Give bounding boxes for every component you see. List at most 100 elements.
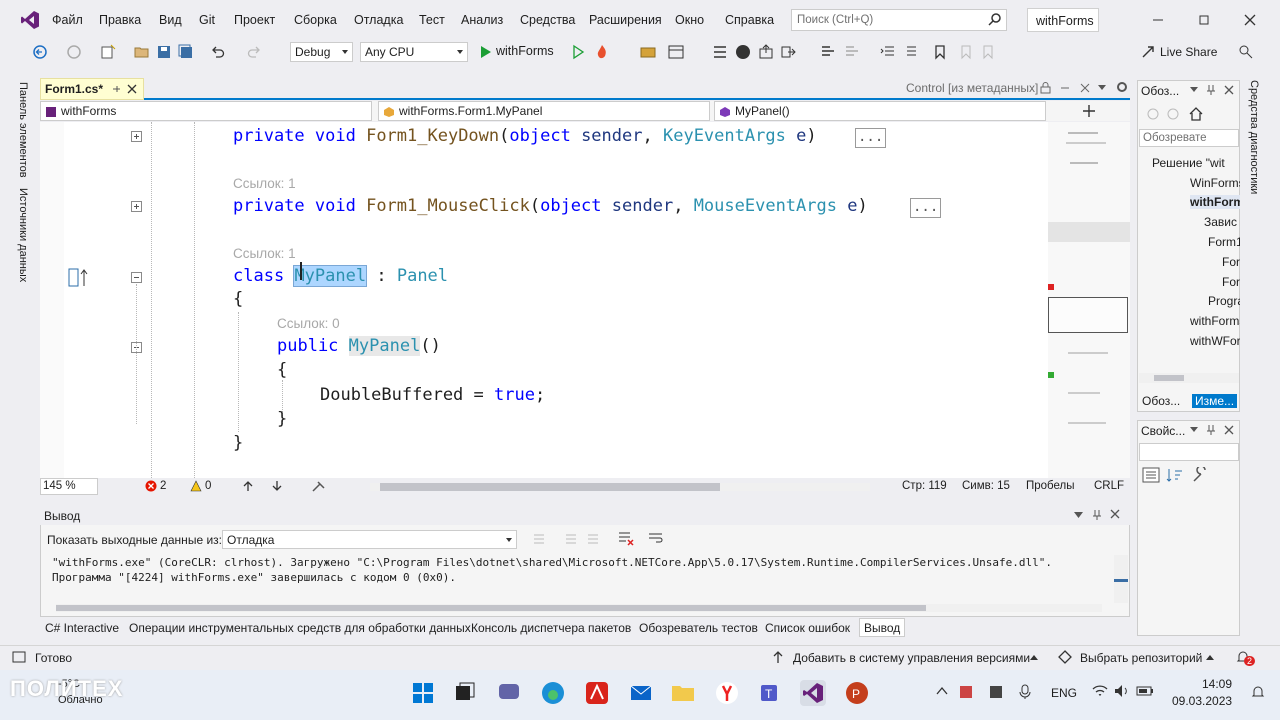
- yandex-browser-icon[interactable]: [714, 680, 740, 706]
- forward-icon[interactable]: [1166, 107, 1180, 121]
- teams-icon[interactable]: T: [758, 680, 784, 706]
- hot-reload-icon[interactable]: [594, 44, 610, 60]
- output-text[interactable]: "withForms.exe" (CoreCLR: clrhost). Загр…: [52, 555, 1052, 585]
- edge-browser-icon[interactable]: [540, 680, 566, 706]
- powerpoint-icon[interactable]: P: [844, 680, 870, 706]
- horizontal-scrollbar[interactable]: [56, 604, 1102, 612]
- chevron-down-icon[interactable]: [1098, 84, 1106, 92]
- solution-search-input[interactable]: Обозревате: [1139, 129, 1239, 147]
- minimize-icon[interactable]: [1150, 12, 1166, 28]
- tray-app-icon[interactable]: [958, 684, 974, 700]
- menu-tools[interactable]: Средства: [520, 13, 575, 27]
- uncomment-icon[interactable]: [844, 44, 860, 60]
- whitespace-mode[interactable]: Пробелы: [1026, 480, 1075, 492]
- arrow-down-icon[interactable]: [271, 480, 283, 492]
- warning-count[interactable]: 0: [205, 480, 211, 492]
- tab-package-manager-console[interactable]: Консоль диспетчера пакетов: [471, 621, 631, 640]
- alphabetical-icon[interactable]: [1166, 467, 1184, 483]
- close-tab-icon[interactable]: [1080, 82, 1090, 94]
- chat-icon[interactable]: [496, 680, 522, 706]
- redo-icon[interactable]: [246, 44, 262, 60]
- home-icon[interactable]: [1188, 107, 1204, 121]
- file-explorer-icon[interactable]: [670, 680, 696, 706]
- menu-test[interactable]: Тест: [419, 13, 445, 27]
- prev-message-icon[interactable]: [564, 532, 578, 546]
- fold-expand-icon[interactable]: [131, 131, 142, 142]
- toolbox-tab[interactable]: Панель элементов: [17, 82, 29, 178]
- code-cleanup-icon[interactable]: [312, 480, 326, 492]
- start-without-debug-icon[interactable]: [570, 44, 586, 60]
- back-icon[interactable]: [1146, 107, 1160, 121]
- bookmark-next-icon[interactable]: [980, 44, 996, 60]
- menu-git[interactable]: Git: [199, 13, 215, 27]
- tray-app-icon[interactable]: [988, 684, 1004, 700]
- microphone-icon[interactable]: [1018, 684, 1032, 700]
- save-icon[interactable]: [156, 44, 172, 60]
- codelens-references[interactable]: Ссылок: 1: [233, 246, 296, 261]
- properties-object-select[interactable]: [1139, 443, 1239, 461]
- tree-item-program[interactable]: Progra: [1208, 294, 1240, 308]
- close-icon[interactable]: [1242, 12, 1258, 28]
- scrollbar-thumb[interactable]: [1114, 579, 1128, 582]
- zoom-select[interactable]: 145 %: [40, 478, 98, 495]
- gear-icon[interactable]: [1116, 81, 1128, 93]
- indent-icon[interactable]: [880, 44, 896, 60]
- windows-start-icon[interactable]: [410, 680, 436, 706]
- layout-icon[interactable]: [668, 44, 684, 60]
- tree-item-form1-resx[interactable]: For: [1222, 275, 1240, 289]
- scrollbar-thumb[interactable]: [56, 605, 926, 611]
- scrollbar-thumb[interactable]: [1154, 375, 1184, 381]
- bookmark-icon[interactable]: [932, 44, 948, 60]
- tab-metadata-control[interactable]: Control [из метаданных]: [900, 78, 1130, 98]
- chevron-up-icon[interactable]: [1206, 655, 1214, 661]
- chevron-down-icon[interactable]: [1190, 426, 1198, 434]
- chevron-down-icon[interactable]: [1074, 511, 1083, 519]
- tab-git-changes[interactable]: Изме...: [1192, 394, 1238, 408]
- back-icon[interactable]: [32, 44, 48, 60]
- vertical-scrollbar[interactable]: [1114, 555, 1128, 603]
- menu-analyze[interactable]: Анализ: [461, 13, 503, 27]
- notification-badge[interactable]: 2: [1244, 656, 1256, 666]
- tree-item-withwforms[interactable]: withWFor: [1190, 334, 1240, 348]
- add-to-source-control-button[interactable]: Добавить в систему управления версиями: [793, 651, 1030, 665]
- mail-icon[interactable]: [628, 680, 654, 706]
- data-sources-tab[interactable]: Источники данных: [17, 188, 29, 282]
- live-share-button[interactable]: Live Share: [1160, 45, 1217, 59]
- scrollbar-thumb[interactable]: [380, 483, 720, 491]
- code-editor[interactable]: private void Form1_KeyDown(object sender…: [40, 122, 1048, 478]
- close-panel-icon[interactable]: [1224, 425, 1234, 435]
- chevron-down-icon[interactable]: [1190, 86, 1198, 94]
- tree-item-dependencies[interactable]: Завис: [1204, 215, 1240, 229]
- menu-help[interactable]: Справка: [725, 13, 774, 27]
- tree-item-form1[interactable]: Form1: [1208, 235, 1240, 249]
- tab-data-tools-operations[interactable]: Операции инструментальных средств для об…: [129, 621, 471, 640]
- minimap-viewport[interactable]: [1048, 297, 1128, 333]
- pin-icon[interactable]: [1206, 424, 1216, 436]
- comment-icon[interactable]: [820, 44, 836, 60]
- fold-collapse-icon[interactable]: [131, 272, 142, 283]
- select-repository-button[interactable]: Выбрать репозиторий: [1080, 651, 1202, 665]
- battery-icon[interactable]: [1136, 684, 1154, 698]
- menu-debug[interactable]: Отладка: [354, 13, 403, 27]
- collapsed-region[interactable]: ...: [855, 128, 887, 148]
- menu-build[interactable]: Сборка: [294, 13, 337, 27]
- categorized-icon[interactable]: [1142, 467, 1160, 483]
- menu-extensions[interactable]: Расширения: [589, 13, 662, 27]
- tree-item-withforms[interactable]: withForm: [1190, 195, 1240, 209]
- tree-item-form1-designer[interactable]: For: [1222, 255, 1240, 269]
- feedback-icon[interactable]: [1238, 44, 1254, 60]
- restore-icon[interactable]: [1196, 12, 1212, 28]
- run-target-button[interactable]: withForms: [496, 44, 554, 58]
- new-project-icon[interactable]: [100, 44, 116, 60]
- volume-icon[interactable]: [1114, 684, 1130, 698]
- close-panel-icon[interactable]: [1110, 509, 1120, 519]
- codelens-indicator-icon[interactable]: [68, 268, 92, 288]
- line-number[interactable]: Стр: 119: [902, 480, 947, 492]
- tab-solution-explorer[interactable]: Обоз...: [1142, 394, 1180, 408]
- member-nav-select[interactable]: MyPanel(): [714, 101, 1046, 121]
- class-nav-select[interactable]: withForms.Form1.MyPanel: [378, 101, 710, 121]
- forward-icon[interactable]: [66, 44, 82, 60]
- codelens-references[interactable]: Ссылок: 1: [233, 176, 296, 191]
- tab-csharp-interactive[interactable]: C# Interactive: [45, 621, 119, 640]
- tab-test-explorer[interactable]: Обозреватель тестов: [639, 621, 758, 640]
